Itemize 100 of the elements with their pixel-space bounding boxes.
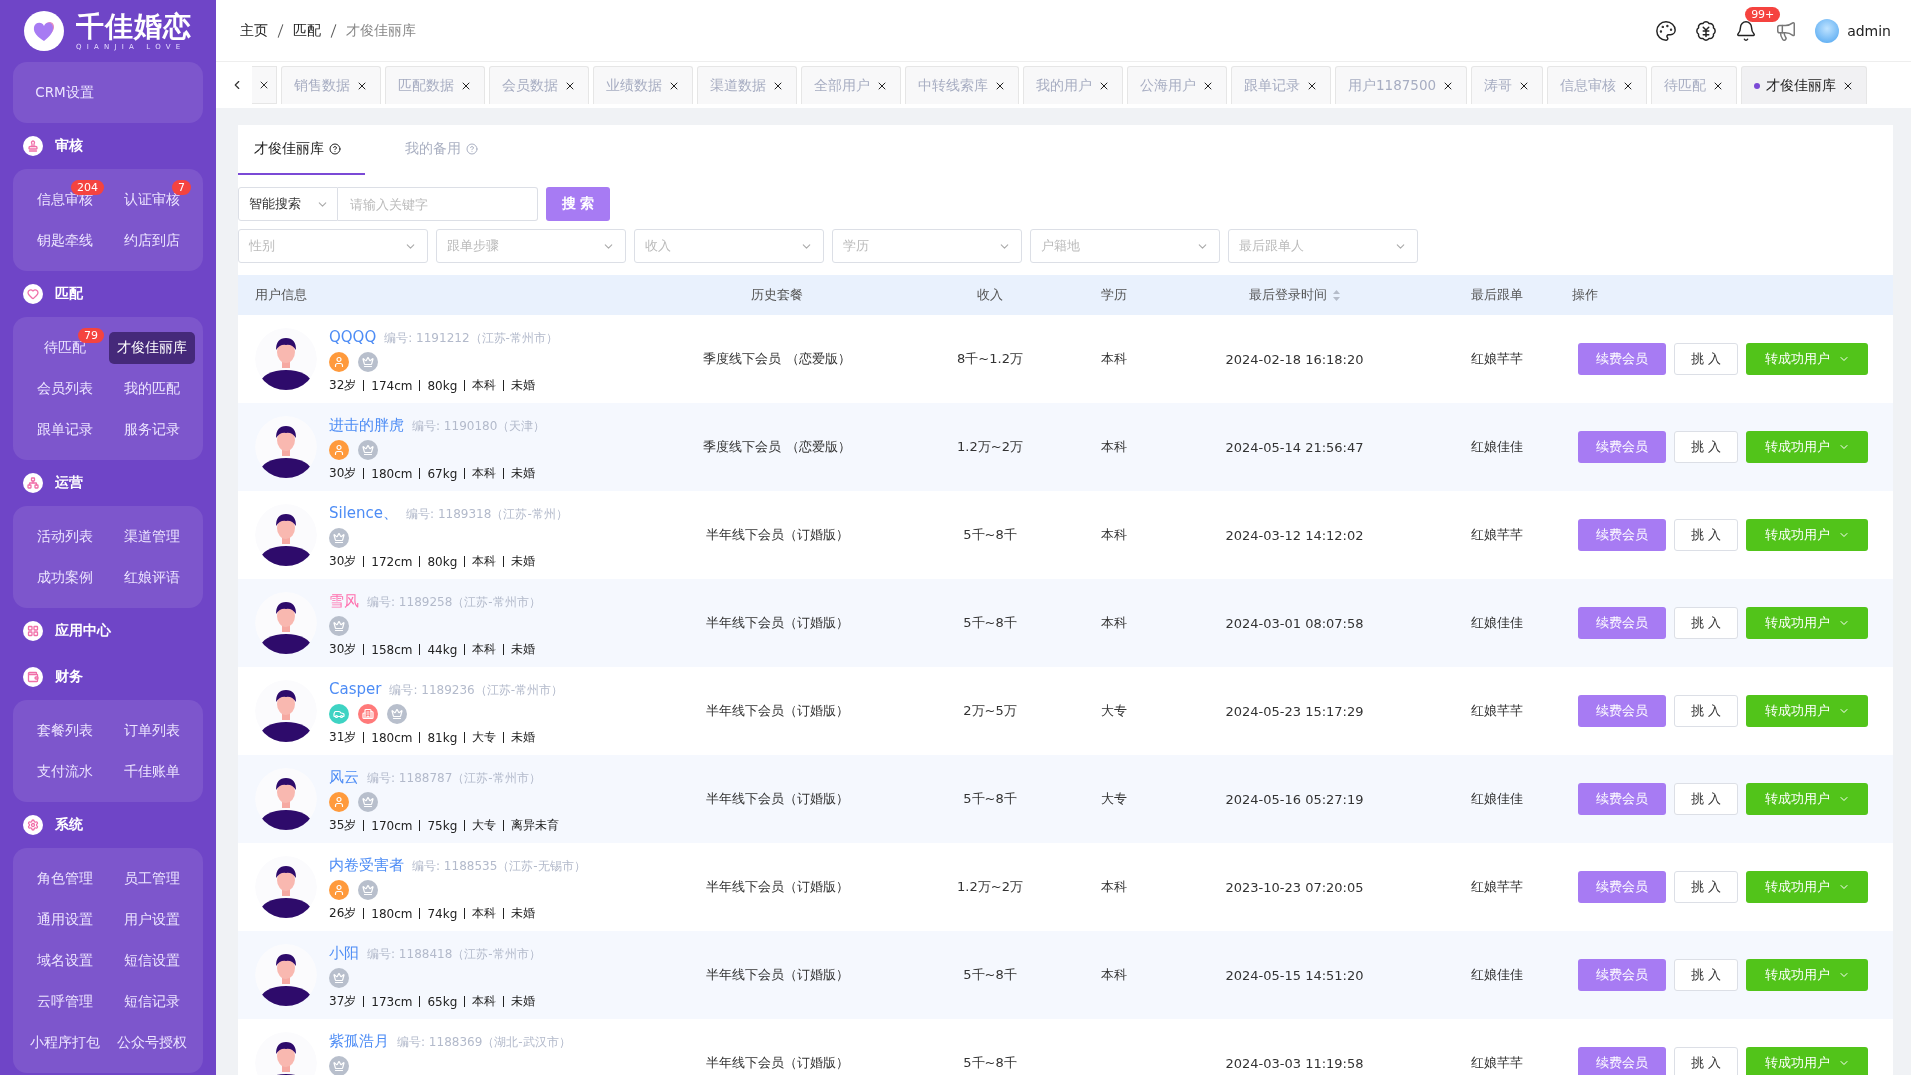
user-name-link[interactable]: Silence、 <box>329 504 399 523</box>
palette-icon[interactable] <box>1655 19 1678 42</box>
convert-button[interactable]: 转成功用户 <box>1746 1047 1868 1075</box>
user-name-link[interactable]: 小阳 <box>329 944 359 963</box>
page-tab[interactable]: 待匹配 <box>1651 66 1738 104</box>
sidebar-item[interactable]: 钥匙牵线 <box>36 231 93 250</box>
sidebar-item[interactable]: 短信设置 <box>123 951 180 970</box>
renew-button[interactable]: 续费会员 <box>1578 431 1666 463</box>
user-stat: 180cm <box>371 730 413 745</box>
sidebar-item[interactable]: 活动列表 <box>36 527 93 546</box>
sidebar-item[interactable]: 成功案例 <box>36 568 93 587</box>
renew-button[interactable]: 续费会员 <box>1578 519 1666 551</box>
user-name-link[interactable]: 内卷受害者 <box>329 856 404 875</box>
pick-button[interactable]: 挑 入 <box>1674 1047 1738 1075</box>
sidebar-item[interactable]: CRM设置 <box>35 83 94 102</box>
renew-button[interactable]: 续费会员 <box>1578 343 1666 375</box>
crown-icon <box>358 880 378 900</box>
page-tab[interactable]: 全部用户 <box>801 66 901 104</box>
column-header[interactable]: 最后登录时间 <box>1150 286 1439 304</box>
sidebar-item[interactable]: 订单列表 <box>123 721 180 740</box>
search-button[interactable]: 搜 索 <box>546 187 610 221</box>
pick-button[interactable]: 挑 入 <box>1674 519 1738 551</box>
convert-button[interactable]: 转成功用户 <box>1746 431 1868 463</box>
search-mode-select[interactable]: 智能搜索 <box>238 187 338 221</box>
user-id: 编号: 1190180（天津） <box>412 418 546 435</box>
convert-button[interactable]: 转成功用户 <box>1746 695 1868 727</box>
user-name-link[interactable]: QQQQ <box>329 328 377 346</box>
user-stat: 35岁 <box>329 817 357 834</box>
sidebar-item[interactable]: 云呼管理 <box>36 992 93 1011</box>
sidebar-item[interactable]: 短信记录 <box>123 992 180 1011</box>
pick-button[interactable]: 挑 入 <box>1674 343 1738 375</box>
sidebar-section-title[interactable]: 运营 <box>55 474 83 492</box>
user-stat: 173cm <box>371 994 413 1009</box>
sidebar-item[interactable]: 用户设置 <box>123 910 180 929</box>
renew-button[interactable]: 续费会员 <box>1578 959 1666 991</box>
convert-button[interactable]: 转成功用户 <box>1746 959 1868 991</box>
sidebar-item[interactable]: 渠道管理 <box>123 527 180 546</box>
page-tab[interactable]: 跟单记录 <box>1231 66 1331 104</box>
sidebar-section-title[interactable]: 匹配 <box>55 285 83 303</box>
sidebar-item[interactable]: 员工管理 <box>123 869 180 888</box>
breadcrumb-link[interactable]: 才俊佳丽库 <box>346 21 416 40</box>
renew-button[interactable]: 续费会员 <box>1578 871 1666 903</box>
sidebar-section-title[interactable]: 应用中心 <box>55 622 111 640</box>
column-header: 用户信息 <box>254 286 308 304</box>
pick-button[interactable]: 挑 入 <box>1674 695 1738 727</box>
breadcrumb-link[interactable]: 主页 <box>240 21 268 40</box>
content-tab[interactable]: 才俊佳丽库 <box>238 125 365 175</box>
sidebar-item[interactable]: 服务记录 <box>123 420 180 439</box>
user-name-link[interactable]: 紫孤浩月 <box>329 1032 389 1051</box>
page-tab[interactable]: 涛哥 <box>1471 66 1544 104</box>
car-icon <box>329 704 349 724</box>
pick-button[interactable]: 挑 入 <box>1674 607 1738 639</box>
user-stat: 67kg <box>427 466 458 481</box>
sidebar-item[interactable]: 小程序打包 <box>29 1033 100 1052</box>
renew-button[interactable]: 续费会员 <box>1578 783 1666 815</box>
sidebar-section-title[interactable]: 审核 <box>55 137 83 155</box>
sidebar-item[interactable]: 我的匹配 <box>123 379 180 398</box>
user-name-link[interactable]: 风云 <box>329 768 359 787</box>
convert-button[interactable]: 转成功用户 <box>1746 871 1868 903</box>
user-name-link[interactable]: 雪风 <box>329 592 359 611</box>
sidebar-section-title[interactable]: 财务 <box>55 668 83 686</box>
renew-button[interactable]: 续费会员 <box>1578 607 1666 639</box>
user-name-link[interactable]: Casper <box>329 680 382 698</box>
user-stat: 172cm <box>371 554 413 569</box>
convert-button[interactable]: 转成功用户 <box>1746 783 1868 815</box>
pick-button[interactable]: 挑 入 <box>1674 783 1738 815</box>
content-tab[interactable]: 我的备用 <box>389 125 494 175</box>
breadcrumb-link[interactable]: 匹配 <box>293 21 321 40</box>
pick-button[interactable]: 挑 入 <box>1674 959 1738 991</box>
bell-icon[interactable] <box>1735 19 1758 42</box>
sidebar-item[interactable]: 域名设置 <box>36 951 93 970</box>
renew-button[interactable]: 续费会员 <box>1578 1047 1666 1075</box>
sidebar-item[interactable]: 红娘评语 <box>123 568 180 587</box>
convert-button[interactable]: 转成功用户 <box>1746 343 1868 375</box>
sidebar-section-title[interactable]: 系统 <box>55 816 83 834</box>
sidebar-item[interactable]: 跟单记录 <box>36 420 93 439</box>
sidebar-item[interactable]: 通用设置 <box>36 910 93 929</box>
sidebar-item[interactable]: 才俊佳丽库 <box>108 331 195 364</box>
sidebar-item[interactable]: 套餐列表 <box>36 721 93 740</box>
pick-button[interactable]: 挑 入 <box>1674 871 1738 903</box>
user-name[interactable]: admin <box>1847 22 1891 39</box>
keyword-input[interactable]: 请输入关键字 <box>338 187 538 221</box>
page-tab[interactable]: 才俊佳丽库 <box>1741 66 1868 104</box>
user-name-link[interactable]: 进击的胖虎 <box>329 416 404 435</box>
convert-button[interactable]: 转成功用户 <box>1746 519 1868 551</box>
megaphone-icon[interactable] <box>1775 19 1798 42</box>
crown-icon <box>329 528 349 548</box>
convert-button[interactable]: 转成功用户 <box>1746 607 1868 639</box>
sidebar-item[interactable]: 支付流水 <box>36 762 93 781</box>
sidebar-item[interactable]: 公众号授权 <box>116 1033 187 1052</box>
person-icon <box>329 880 349 900</box>
sidebar-item[interactable]: 约店到店 <box>123 231 180 250</box>
page-tab[interactable]: 匹配数据 <box>385 66 485 104</box>
sidebar-item[interactable]: 会员列表 <box>36 379 93 398</box>
renew-button[interactable]: 续费会员 <box>1578 695 1666 727</box>
yen-icon[interactable] <box>1695 19 1718 42</box>
sidebar-item[interactable]: 角色管理 <box>36 869 93 888</box>
sidebar-item[interactable]: 千佳账单 <box>123 762 180 781</box>
pick-button[interactable]: 挑 入 <box>1674 431 1738 463</box>
user-id: 编号: 1189236（江苏-常州市） <box>389 682 564 699</box>
